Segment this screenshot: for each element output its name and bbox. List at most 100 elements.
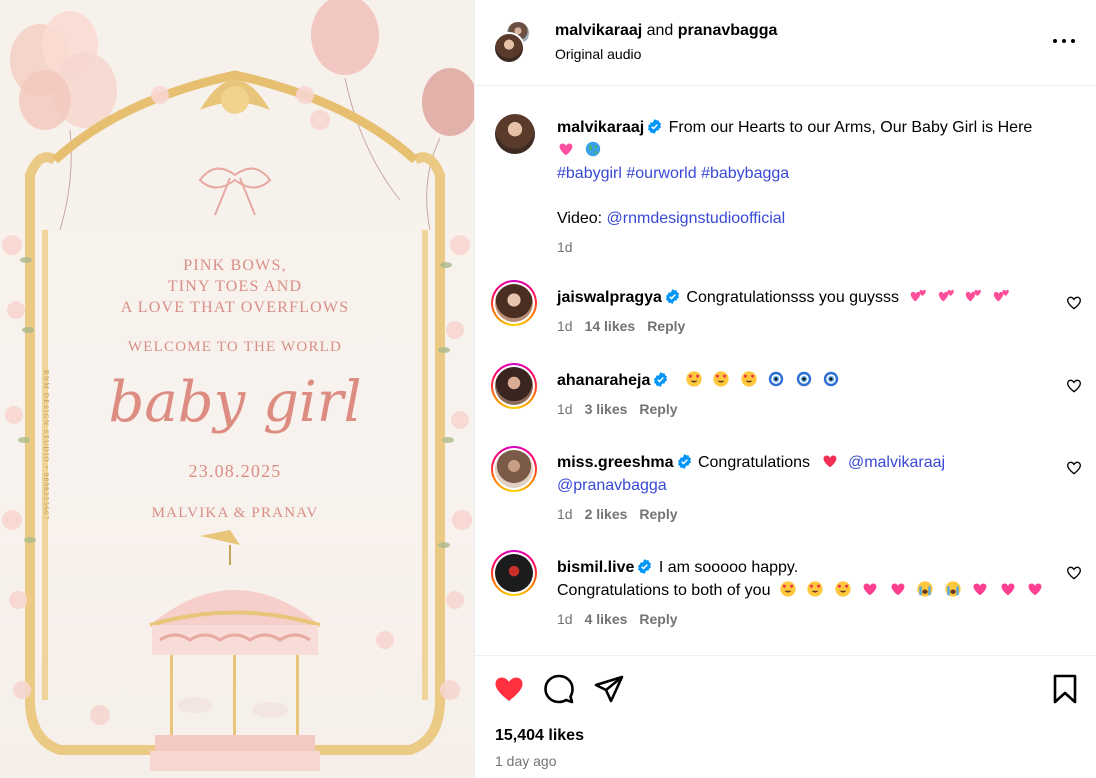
heart-eyes-emoji bbox=[807, 581, 824, 597]
caption-hashtags[interactable]: #babygirl #ourworld #babybagga bbox=[557, 162, 1077, 185]
invite-line-1: PINK BOWS, bbox=[183, 257, 287, 274]
heart-eyes-emoji bbox=[686, 371, 702, 387]
video-credit-mention[interactable]: @rnmdesignstudioofficial bbox=[607, 210, 786, 227]
comment-likes[interactable]: 3 likes bbox=[585, 401, 628, 417]
like-heart-icon[interactable] bbox=[493, 673, 525, 705]
story-ring[interactable] bbox=[491, 550, 537, 596]
comment-meta: 1d 14 likes Reply bbox=[557, 317, 1077, 335]
more-dot-icon bbox=[1053, 39, 1057, 43]
pink-heart-emoji bbox=[1001, 583, 1015, 596]
comment-avatar[interactable] bbox=[495, 284, 533, 322]
comment-meta: 1d 4 likes Reply bbox=[557, 610, 1077, 628]
story-ring[interactable] bbox=[491, 363, 537, 409]
comment-meta: 1d 3 likes Reply bbox=[557, 400, 1077, 418]
comment-mention[interactable]: @pranavbagga bbox=[557, 474, 1077, 497]
two-hearts-emoji bbox=[993, 289, 1009, 302]
story-ring[interactable] bbox=[491, 446, 537, 492]
video-credit-label: Video: bbox=[557, 210, 607, 227]
globe-emoji bbox=[586, 141, 601, 157]
comment-mention[interactable]: @malvikaraaj bbox=[848, 454, 945, 471]
verified-badge-icon bbox=[654, 372, 668, 387]
comment-time[interactable]: 1d bbox=[557, 611, 573, 627]
comment-body-2: Congratulations to both of you bbox=[557, 582, 771, 599]
invite-date: 23.08.2025 bbox=[188, 461, 282, 481]
like-comment-heart-icon[interactable] bbox=[1066, 378, 1082, 394]
comment-text-line: bismil.live I am sooooo happy. bbox=[557, 556, 1077, 579]
comment-likes[interactable]: 4 likes bbox=[585, 611, 628, 627]
audio-link[interactable]: Original audio bbox=[555, 45, 641, 63]
comment-1: jaiswalpragya Congratulationsss you guys… bbox=[557, 286, 1077, 335]
like-comment-heart-icon[interactable] bbox=[1066, 460, 1082, 476]
story-ring[interactable] bbox=[491, 280, 537, 326]
comment-username[interactable]: ahanaraheja bbox=[557, 372, 650, 389]
comment-body: Congratulations bbox=[697, 454, 811, 471]
pink-heart-emoji bbox=[891, 583, 905, 596]
reply-button[interactable]: Reply bbox=[647, 318, 685, 334]
more-dot-icon bbox=[1071, 39, 1075, 43]
reply-button[interactable]: Reply bbox=[639, 506, 677, 522]
post-viewer: PINK BOWS, TINY TOES AND A LOVE THAT OVE… bbox=[0, 0, 1096, 778]
reply-button[interactable]: Reply bbox=[639, 401, 677, 417]
caption: malvikaraaj From our Hearts to our Arms,… bbox=[557, 116, 1077, 256]
caption-meta: 1d bbox=[557, 238, 1077, 256]
pink-heart-emoji bbox=[1028, 583, 1042, 596]
pink-heart-emoji bbox=[559, 143, 573, 156]
post-likes-count[interactable]: 15,404 likes bbox=[495, 726, 584, 746]
caption-avatar[interactable] bbox=[495, 114, 535, 154]
caption-body: From our Hearts to our Arms, Our Baby Gi… bbox=[668, 119, 1033, 136]
comment-time[interactable]: 1d bbox=[557, 318, 573, 334]
reply-button[interactable]: Reply bbox=[639, 611, 677, 627]
post-authors: malvikaraaj and pranavbagga bbox=[555, 21, 777, 41]
caption-emoji-line bbox=[557, 139, 1077, 162]
comment-text-line-2: Congratulations to both of you bbox=[557, 579, 1077, 602]
comment-avatar[interactable] bbox=[495, 367, 533, 405]
invite-welcome: WELCOME TO THE WORLD bbox=[127, 339, 343, 355]
invite-line-2: TINY TOES AND bbox=[167, 278, 303, 295]
caption-video-credit: Video: @rnmdesignstudioofficial bbox=[557, 207, 1077, 230]
comment-time[interactable]: 1d bbox=[557, 506, 573, 522]
two-hearts-emoji bbox=[911, 289, 927, 302]
share-send-icon[interactable] bbox=[593, 673, 625, 705]
studio-credit: RNM DESIGN STUDIO • 9898355667 bbox=[42, 370, 50, 521]
invite-line-3: A LOVE THAT OVERFLOWS bbox=[120, 299, 350, 316]
heart-eyes-emoji bbox=[780, 581, 796, 597]
invite-names: MALVIKA & PRANAV bbox=[151, 505, 319, 521]
comment-time[interactable]: 1d bbox=[557, 401, 573, 417]
comment-likes[interactable]: 14 likes bbox=[585, 318, 636, 334]
author-1-link[interactable]: malvikaraaj bbox=[555, 22, 642, 39]
like-comment-heart-icon[interactable] bbox=[1066, 295, 1082, 311]
crying-emoji bbox=[945, 581, 961, 597]
comment-text-line: jaiswalpragya Congratulationsss you guys… bbox=[557, 286, 1077, 309]
comment-bubble-icon[interactable] bbox=[543, 673, 575, 705]
post-timestamp[interactable]: 1 day ago bbox=[495, 752, 557, 770]
caption-time[interactable]: 1d bbox=[557, 239, 573, 255]
nazar-emoji bbox=[823, 371, 839, 387]
comment-3: miss.greeshma Congratulations @malvikara… bbox=[557, 451, 1077, 523]
comment-avatar[interactable] bbox=[495, 450, 533, 488]
post-actions: 15,404 likes 1 day ago bbox=[475, 655, 1096, 778]
author-2-link[interactable]: pranavbagga bbox=[678, 22, 778, 39]
comment-4: bismil.live I am sooooo happy. Congratul… bbox=[557, 556, 1077, 628]
caption-username[interactable]: malvikaraaj bbox=[557, 119, 644, 136]
save-bookmark-icon[interactable] bbox=[1049, 673, 1081, 705]
comment-body: I am sooooo happy. bbox=[658, 559, 799, 576]
verified-badge-icon bbox=[677, 454, 691, 469]
heart-eyes-emoji bbox=[741, 371, 757, 387]
comment-likes[interactable]: 2 likes bbox=[585, 506, 628, 522]
comment-username[interactable]: miss.greeshma bbox=[557, 454, 674, 471]
comment-text-line: ahanaraheja bbox=[557, 369, 1077, 392]
nazar-emoji bbox=[769, 371, 784, 387]
verified-badge-icon bbox=[638, 559, 652, 574]
post-media[interactable]: PINK BOWS, TINY TOES AND A LOVE THAT OVE… bbox=[0, 0, 474, 778]
like-comment-heart-icon[interactable] bbox=[1066, 565, 1082, 581]
comment-body: Congratulationsss you guysss bbox=[686, 289, 899, 306]
pink-heart-emoji bbox=[973, 583, 987, 596]
collab-avatar-1[interactable] bbox=[493, 32, 525, 64]
nazar-emoji bbox=[796, 371, 811, 387]
comment-avatar[interactable] bbox=[495, 554, 533, 592]
comment-username[interactable]: jaiswalpragya bbox=[557, 289, 662, 306]
more-options-button[interactable] bbox=[1053, 30, 1075, 52]
two-hearts-emoji bbox=[966, 289, 982, 302]
verified-badge-icon bbox=[648, 119, 662, 134]
comment-username[interactable]: bismil.live bbox=[557, 559, 634, 576]
